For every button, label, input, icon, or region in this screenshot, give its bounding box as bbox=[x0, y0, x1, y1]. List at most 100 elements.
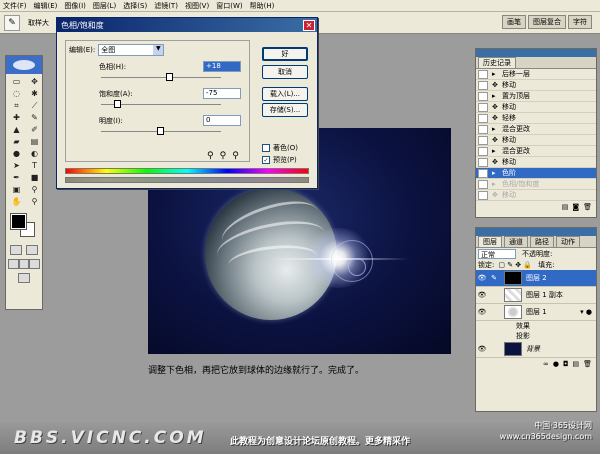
lightness-slider-track[interactable] bbox=[101, 127, 221, 135]
snapshot-box[interactable] bbox=[478, 146, 488, 156]
eyedropper-icon[interactable]: ⚲ bbox=[207, 151, 214, 161]
menu-layer[interactable]: 图层(L) bbox=[93, 1, 116, 11]
tab-paths[interactable]: 路径 bbox=[530, 236, 554, 247]
saturation-input[interactable]: -75 bbox=[203, 88, 241, 99]
menu-image[interactable]: 图像(I) bbox=[64, 1, 86, 11]
healing-tool-icon[interactable]: ✚ bbox=[8, 112, 25, 123]
brush-tool-icon[interactable]: ✎ bbox=[26, 112, 43, 123]
eye-icon[interactable]: 👁 bbox=[476, 291, 488, 299]
blur-tool-icon[interactable]: ● bbox=[8, 148, 25, 159]
dialog-titlebar[interactable]: 色相/饱和度 ✕ bbox=[57, 18, 317, 32]
preview-checkbox[interactable]: ✓ 预览(P) bbox=[262, 155, 297, 165]
snapshot-box[interactable] bbox=[478, 190, 488, 200]
move-tool-icon[interactable]: ✥ bbox=[26, 76, 43, 87]
eye-icon[interactable]: 👁 bbox=[476, 274, 488, 282]
layer-row[interactable]: 👁 图层 1 ▾ ● bbox=[476, 304, 596, 321]
marquee-tool-icon[interactable]: ▭ bbox=[8, 76, 25, 87]
history-item[interactable]: ✥ 移动 bbox=[476, 80, 596, 91]
colorize-box[interactable] bbox=[262, 144, 270, 152]
menu-select[interactable]: 选择(S) bbox=[123, 1, 147, 11]
history-item[interactable]: ✥ 移动 bbox=[476, 157, 596, 168]
layer-row[interactable]: 👁 图层 1 副本 bbox=[476, 287, 596, 304]
snapshot-box[interactable] bbox=[478, 91, 488, 101]
layer-row-background[interactable]: 👁 背景 bbox=[476, 341, 596, 358]
notes-tool-icon[interactable]: ▣ bbox=[8, 184, 25, 195]
link-icon[interactable]: ∞ bbox=[543, 360, 549, 368]
snapshot-box[interactable] bbox=[478, 157, 488, 167]
pen-tool-icon[interactable]: ✒ bbox=[8, 172, 25, 183]
style-icon[interactable]: ● bbox=[553, 360, 559, 368]
zoom-tool-icon[interactable]: ⚲ bbox=[26, 196, 43, 207]
menu-window[interactable]: 窗口(W) bbox=[216, 1, 242, 11]
effects-row[interactable]: 效果 bbox=[476, 321, 596, 331]
edit-select[interactable]: 全图 ▼ bbox=[98, 44, 165, 56]
shape-tool-icon[interactable]: ■ bbox=[26, 172, 43, 183]
gradient-tool-icon[interactable]: ▤ bbox=[26, 136, 43, 147]
ok-button[interactable]: 好 bbox=[262, 47, 308, 61]
crop-tool-icon[interactable]: ⌗ bbox=[8, 100, 25, 111]
blend-mode-select[interactable]: 正常 bbox=[478, 248, 516, 259]
history-item[interactable]: ✥ 轻移 bbox=[476, 113, 596, 124]
tab-history[interactable]: 历史记录 bbox=[478, 57, 516, 68]
history-panel-titlebar[interactable] bbox=[476, 49, 596, 57]
history-item[interactable]: ▸ 后移一层 bbox=[476, 69, 596, 80]
trash-icon[interactable]: 🗑 bbox=[583, 360, 592, 368]
well-tab-layer-comps[interactable]: 图层复合 bbox=[528, 15, 566, 29]
snapshot-box[interactable] bbox=[478, 168, 488, 178]
quickmask-mode-icon[interactable] bbox=[26, 245, 38, 255]
hue-slider-thumb[interactable] bbox=[166, 73, 173, 81]
dodge-tool-icon[interactable]: ◐ bbox=[26, 148, 43, 159]
eye-icon[interactable]: 👁 bbox=[476, 308, 488, 316]
snapshot-box[interactable] bbox=[478, 102, 488, 112]
history-item[interactable]: ▸ 色相/饱和度 bbox=[476, 179, 596, 190]
mask-icon[interactable]: ◘ bbox=[563, 360, 569, 368]
screen-mode-2-icon[interactable] bbox=[18, 259, 30, 269]
save-button[interactable]: 存储(S)... bbox=[262, 103, 308, 117]
magic-wand-icon[interactable]: ✱ bbox=[26, 88, 43, 99]
new-document-icon[interactable]: ▤ bbox=[562, 203, 569, 211]
layers-panel-titlebar[interactable] bbox=[476, 228, 596, 236]
stamp-tool-icon[interactable]: ▲ bbox=[8, 124, 25, 135]
history-item-selected[interactable]: ▸ 色阶 bbox=[476, 168, 596, 179]
fx-icon[interactable]: ▾ ● bbox=[580, 308, 592, 316]
eyedropper-plus-icon[interactable]: ⚲ bbox=[220, 151, 227, 161]
layer-row-selected[interactable]: 👁 ✎ 图层 2 bbox=[476, 270, 596, 287]
well-tab-character[interactable]: 字符 bbox=[568, 15, 592, 29]
lasso-tool-icon[interactable]: ◌ bbox=[8, 88, 25, 99]
history-brush-icon[interactable]: ✐ bbox=[26, 124, 43, 135]
lock-icons[interactable]: ▢ ✎ ✥ 🔒 bbox=[498, 261, 532, 269]
snapshot-icon[interactable]: ◙ bbox=[572, 203, 579, 211]
path-select-icon[interactable]: ➤ bbox=[8, 160, 25, 171]
tab-channels[interactable]: 通道 bbox=[504, 236, 528, 247]
load-button[interactable]: 载入(L)... bbox=[262, 87, 308, 101]
new-layer-icon[interactable]: ▤ bbox=[572, 360, 579, 368]
eyedropper-tool-icon[interactable]: ✎ bbox=[4, 14, 20, 31]
trash-icon[interactable]: 🗑 bbox=[583, 203, 592, 211]
eyedropper-icon[interactable]: ⚲ bbox=[26, 184, 43, 195]
menu-view[interactable]: 视图(V) bbox=[185, 1, 209, 11]
snapshot-box[interactable] bbox=[478, 124, 488, 134]
lightness-input[interactable]: 0 bbox=[203, 115, 241, 126]
snapshot-box[interactable] bbox=[478, 135, 488, 145]
eraser-tool-icon[interactable]: ▰ bbox=[8, 136, 25, 147]
snapshot-box[interactable] bbox=[478, 179, 488, 189]
preview-check-icon[interactable]: ✓ bbox=[262, 156, 270, 164]
chevron-down-icon[interactable]: ▼ bbox=[153, 45, 164, 55]
close-icon[interactable]: ✕ bbox=[303, 19, 315, 31]
saturation-slider-track[interactable] bbox=[101, 100, 221, 108]
history-item[interactable]: ✥ 移动 bbox=[476, 102, 596, 113]
well-tab-brushes[interactable]: 画笔 bbox=[502, 15, 526, 29]
hue-input[interactable]: +18 bbox=[203, 61, 241, 72]
menu-edit[interactable]: 编辑(E) bbox=[34, 1, 58, 11]
colorize-checkbox[interactable]: 著色(O) bbox=[262, 143, 298, 153]
saturation-slider-thumb[interactable] bbox=[114, 100, 121, 108]
tab-actions[interactable]: 动作 bbox=[556, 236, 580, 247]
history-item[interactable]: ✥ 移动 bbox=[476, 190, 596, 201]
eyedropper-minus-icon[interactable]: ⚲ bbox=[232, 151, 239, 161]
brush-icon[interactable]: ✎ bbox=[488, 274, 500, 282]
history-item[interactable]: ▸ 混合更改 bbox=[476, 146, 596, 157]
snapshot-box[interactable] bbox=[478, 69, 488, 79]
foreground-color[interactable] bbox=[10, 213, 27, 230]
cancel-button[interactable]: 取消 bbox=[262, 65, 308, 79]
menu-filter[interactable]: 滤镜(T) bbox=[154, 1, 178, 11]
